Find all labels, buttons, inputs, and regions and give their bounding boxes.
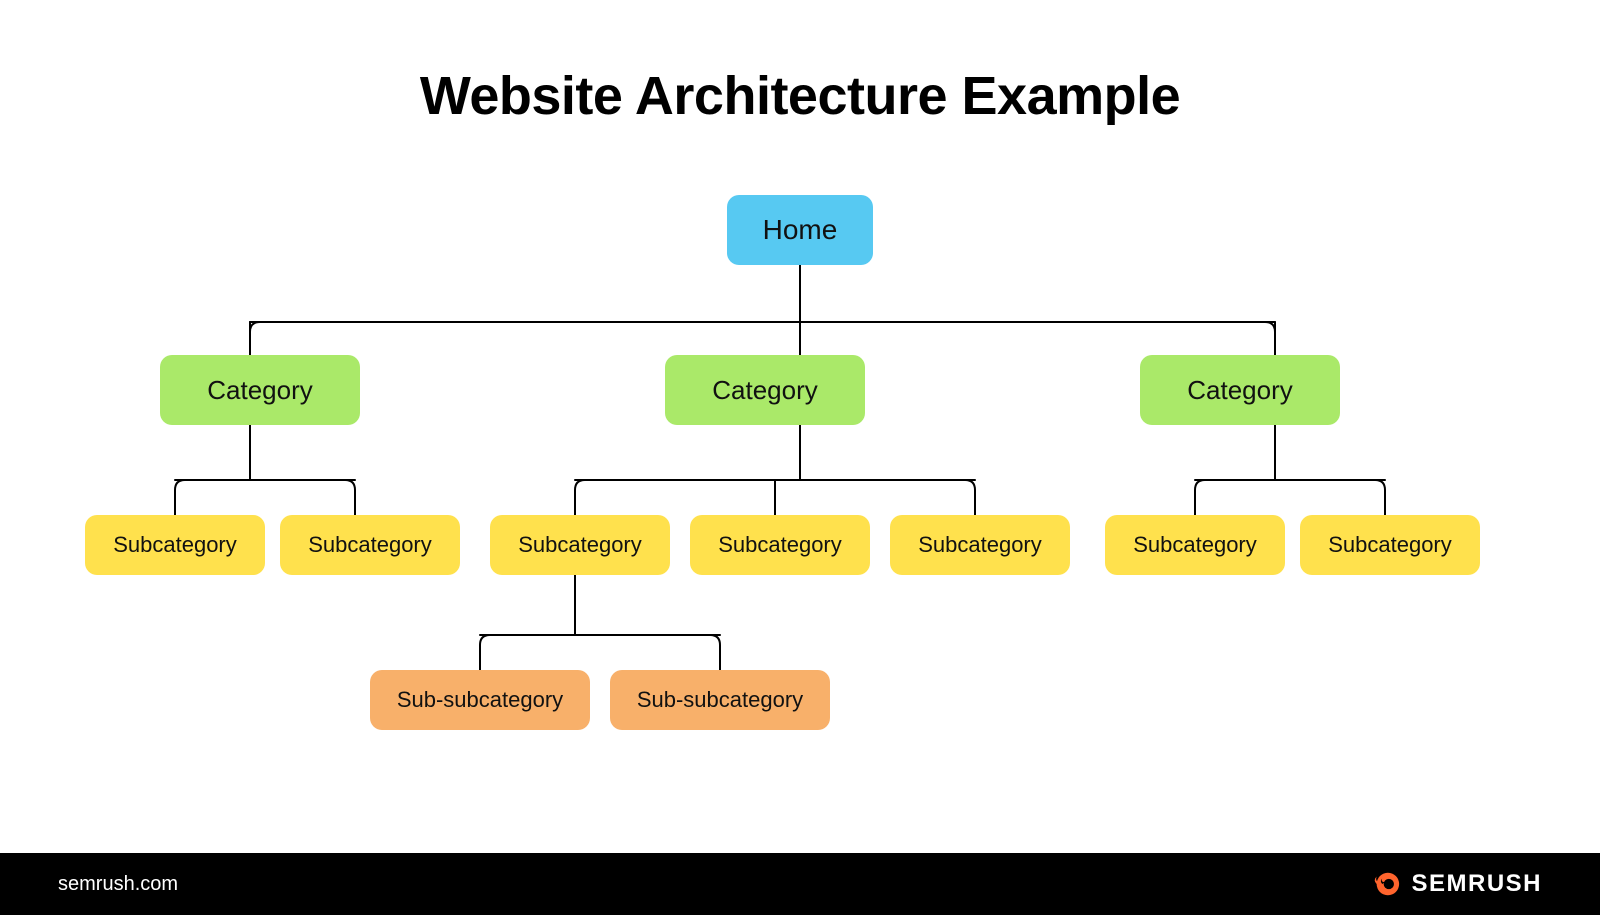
node-subsubcategory-label: Sub-subcategory [629, 687, 811, 713]
page-title: Website Architecture Example [0, 65, 1600, 127]
node-home-label: Home [755, 214, 846, 246]
node-subcategory: Subcategory [490, 515, 670, 575]
node-subcategory-label: Subcategory [1125, 532, 1265, 558]
node-category: Category [160, 355, 360, 425]
node-subcategory-label: Subcategory [1320, 532, 1460, 558]
node-category-label: Category [704, 375, 826, 406]
node-category: Category [1140, 355, 1340, 425]
node-subsubcategory: Sub-subcategory [370, 670, 590, 730]
node-subcategory-label: Subcategory [510, 532, 650, 558]
node-subsubcategory-label: Sub-subcategory [389, 687, 571, 713]
node-subcategory: Subcategory [1105, 515, 1285, 575]
node-subcategory: Subcategory [1300, 515, 1480, 575]
footer-brand-text: SEMRUSH [1411, 870, 1542, 898]
node-category-label: Category [199, 375, 321, 406]
node-category-label: Category [1179, 375, 1301, 406]
node-home: Home [727, 195, 873, 265]
diagram-connectors [0, 0, 1600, 915]
node-subcategory: Subcategory [280, 515, 460, 575]
footer-site-text: semrush.com [58, 873, 178, 896]
node-subcategory: Subcategory [85, 515, 265, 575]
node-subcategory: Subcategory [690, 515, 870, 575]
node-subsubcategory: Sub-subcategory [610, 670, 830, 730]
node-subcategory-label: Subcategory [105, 532, 245, 558]
node-subcategory: Subcategory [890, 515, 1070, 575]
node-subcategory-label: Subcategory [710, 532, 850, 558]
node-subcategory-label: Subcategory [910, 532, 1050, 558]
node-subcategory-label: Subcategory [300, 532, 440, 558]
node-category: Category [665, 355, 865, 425]
semrush-flame-icon [1371, 869, 1401, 899]
footer: semrush.com SEMRUSH [0, 853, 1600, 915]
footer-brand: SEMRUSH [1371, 869, 1542, 899]
